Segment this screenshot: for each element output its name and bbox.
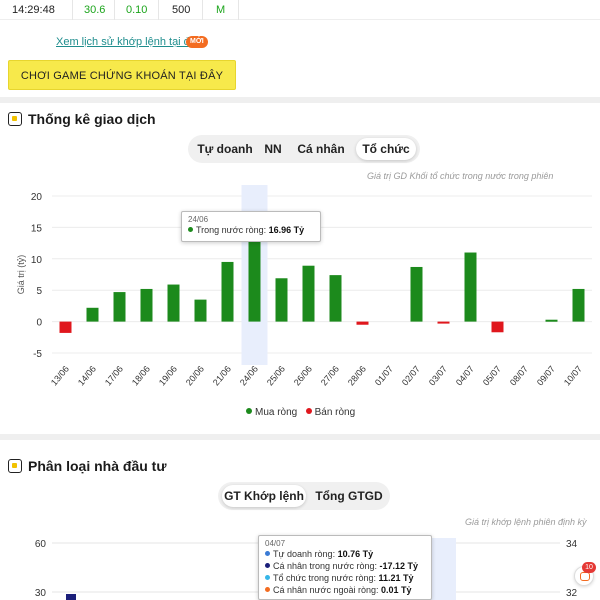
x-tick-label: 20/06 xyxy=(184,364,206,388)
investor-tooltip-value: 0.01 Tỷ xyxy=(381,585,412,595)
investor-tabs: GT Khớp lệnh Tổng GTGD xyxy=(218,482,390,510)
trade-side: M xyxy=(216,4,226,16)
tooltip-label: Trong nước ròng: xyxy=(196,225,267,235)
tooltip-dot xyxy=(188,227,193,232)
investor-tooltip-label: Tự doanh ròng: xyxy=(273,549,336,559)
right-tick: 32 xyxy=(566,588,578,599)
chat-badge: 10 xyxy=(582,562,596,573)
tab-tong-gtgd[interactable]: Tổng GTGD xyxy=(312,485,386,507)
investor-tooltip-label: Cá nhân nước ngoài ròng: xyxy=(273,585,379,595)
x-tick-label: 05/07 xyxy=(481,364,503,388)
x-tick-label: 18/06 xyxy=(130,364,152,388)
tab-nn[interactable]: NN xyxy=(260,138,286,160)
x-tick-label: 10/07 xyxy=(562,364,584,388)
bar[interactable] xyxy=(167,284,180,322)
bar[interactable] xyxy=(572,288,585,322)
x-tick-label: 26/06 xyxy=(292,364,314,388)
game-button[interactable]: CHƠI GAME CHỨNG KHOÁN TẠI ĐÂY xyxy=(8,60,236,90)
x-tick-label: 19/06 xyxy=(157,364,179,388)
y-tick-label: 5 xyxy=(36,286,42,297)
bar[interactable] xyxy=(59,321,72,333)
x-tick-label: 14/06 xyxy=(76,364,98,388)
legend-sell[interactable]: Bán ròng xyxy=(315,407,356,418)
stats-legend: Mua ròng Bán ròng xyxy=(246,407,355,418)
y-tick-label: 15 xyxy=(31,223,43,234)
history-link[interactable]: Xem lịch sử khớp lệnh tại đây xyxy=(56,36,201,48)
left-tick: 60 xyxy=(35,539,47,550)
x-tick-label: 28/06 xyxy=(346,364,368,388)
x-tick-label: 24/06 xyxy=(238,364,260,388)
bar[interactable] xyxy=(140,288,153,322)
legend-buy-dot xyxy=(246,408,252,414)
bar[interactable] xyxy=(113,292,126,322)
y-tick-label: -5 xyxy=(33,349,42,360)
investor-title: Phân loại nhà đầu tư xyxy=(28,458,167,474)
trade-time: 14:29:48 xyxy=(12,4,55,16)
bar[interactable] xyxy=(464,252,477,322)
stats-tabs: Tự doanh NN Cá nhân Tổ chức xyxy=(188,135,420,163)
tooltip-value: 16.96 Tỷ xyxy=(268,225,305,235)
right-tick: 34 xyxy=(566,539,578,550)
y-tick-label: 20 xyxy=(31,192,43,203)
x-tick-label: 25/06 xyxy=(265,364,287,388)
investor-tooltip-label: Tổ chức trong nước ròng: xyxy=(273,573,376,583)
y-tick-label: 10 xyxy=(31,255,43,266)
investor-chart-note: Giá trị khớp lệnh phiên định kỳ xyxy=(465,517,587,527)
bar[interactable] xyxy=(410,266,423,322)
bar[interactable] xyxy=(437,321,450,324)
bar[interactable] xyxy=(545,319,558,322)
y-axis-label: Giá trị (tỷ) xyxy=(16,255,26,295)
x-tick-label: 01/07 xyxy=(373,364,395,388)
legend-sell-dot xyxy=(305,408,312,414)
tab-gt-khop-lenh[interactable]: GT Khớp lệnh xyxy=(222,485,306,507)
investor-tooltip-value: 11.21 Tỷ xyxy=(378,573,414,583)
legend-buy[interactable]: Mua ròng xyxy=(255,407,297,418)
bar[interactable] xyxy=(221,261,234,322)
left-tick: 30 xyxy=(35,588,47,599)
bar[interactable] xyxy=(194,299,207,322)
investor-tooltip-value: -17.12 Tỷ xyxy=(379,561,419,571)
investor-bar xyxy=(66,594,76,600)
x-tick-label: 04/07 xyxy=(454,364,476,388)
tooltip-date: 24/06 xyxy=(188,215,209,224)
x-tick-label: 21/06 xyxy=(211,364,233,388)
x-tick-label: 03/07 xyxy=(427,364,449,388)
divider xyxy=(0,434,600,440)
tab-ca-nhan[interactable]: Cá nhân xyxy=(290,138,352,160)
x-tick-label: 08/07 xyxy=(508,364,530,388)
tooltip-dot xyxy=(265,575,270,580)
tooltip-dot xyxy=(265,551,270,556)
y-tick-label: 0 xyxy=(36,318,42,329)
x-tick-label: 09/07 xyxy=(535,364,557,388)
stats-tooltip: 24/06 Trong nước ròng: 16.96 Tỷ xyxy=(181,211,321,242)
tooltip-dot xyxy=(265,587,270,592)
trade-price: 30.6 xyxy=(84,4,106,16)
x-tick-label: 13/06 xyxy=(49,364,71,388)
bar[interactable] xyxy=(491,321,504,333)
tab-to-chuc[interactable]: Tổ chức xyxy=(356,138,416,160)
tooltip-dot xyxy=(265,563,270,568)
divider xyxy=(0,97,600,103)
trade-change: 0.10 xyxy=(126,4,148,16)
bar[interactable] xyxy=(356,321,369,325)
x-tick-label: 27/06 xyxy=(319,364,341,388)
stats-title: Thống kê giao dịch xyxy=(28,111,156,127)
bar[interactable] xyxy=(329,275,342,322)
new-badge: MỚI xyxy=(186,36,208,48)
investor-icon xyxy=(8,459,22,473)
stats-icon xyxy=(8,112,22,126)
investor-tooltip-label: Cá nhân trong nước ròng: xyxy=(273,561,377,571)
x-tick-label: 17/06 xyxy=(103,364,125,388)
investor-tooltip-value: 10.76 Tỷ xyxy=(337,549,374,559)
investor-tooltip-date: 04/07 xyxy=(265,539,286,548)
x-tick-label: 02/07 xyxy=(400,364,422,388)
bar[interactable] xyxy=(86,307,99,322)
investor-tooltip: 04/07 Tự doanh ròng: 10.76 Tỷ Cá nhân tr… xyxy=(258,535,432,600)
tab-tu-doanh[interactable]: Tự doanh xyxy=(194,138,256,160)
trade-volume: 500 xyxy=(172,4,191,16)
stats-chart-note: Giá trị GD Khối tổ chức trong nước trong… xyxy=(367,171,554,181)
bar[interactable] xyxy=(275,278,288,322)
trade-row: 14:29:48 30.6 0.10 500 M xyxy=(0,0,600,20)
bar[interactable] xyxy=(302,265,315,322)
